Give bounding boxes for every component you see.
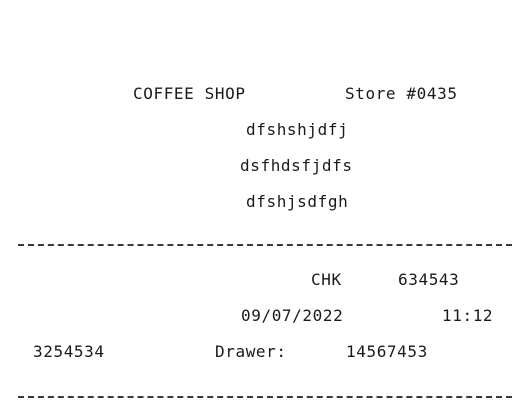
terminal-id: 3254534: [33, 342, 105, 361]
check-label: CHK: [311, 270, 342, 289]
address-line-3: dfshjsdfgh: [246, 192, 349, 211]
address-line-1: dfshshjdfj: [246, 120, 349, 139]
receipt-time: 11:12: [442, 306, 494, 325]
shop-name: COFFEE SHOP: [133, 84, 246, 103]
divider-top: [18, 244, 512, 246]
check-number: 634543: [398, 270, 460, 289]
drawer-label: Drawer:: [215, 342, 287, 361]
receipt: COFFEE SHOP Store #0435 dfshshjdfj dsfhd…: [0, 0, 512, 400]
address-line-2: dsfhdsfjdfs: [240, 156, 353, 175]
store-number: Store #0435: [345, 84, 458, 103]
drawer-number: 14567453: [346, 342, 428, 361]
receipt-date: 09/07/2022: [241, 306, 344, 325]
divider-bottom: [18, 396, 512, 398]
